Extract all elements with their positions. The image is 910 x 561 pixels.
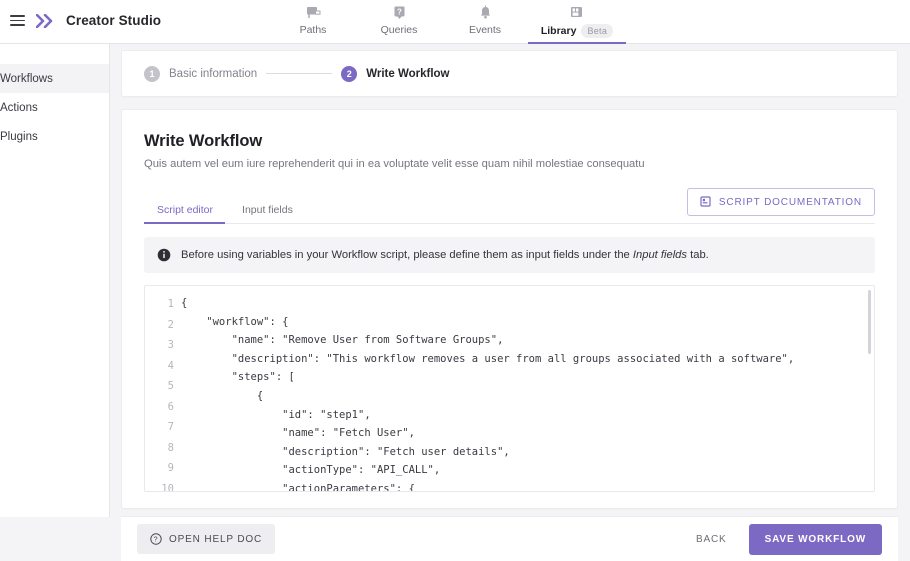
tab-label: Script editor bbox=[157, 204, 214, 216]
beta-badge: Beta bbox=[581, 24, 614, 38]
doc-button-label: SCRIPT DOCUMENTATION bbox=[718, 196, 862, 208]
line-number: 8 bbox=[167, 441, 174, 454]
line-number: 1 bbox=[167, 298, 174, 310]
sidebar: Workflows Actions Plugins bbox=[0, 44, 110, 517]
question-circle-icon: ? bbox=[150, 533, 162, 545]
code-area[interactable]: { "workflow": { "name": "Remove User fro… bbox=[181, 286, 874, 491]
sidebar-item-label: Workflows bbox=[0, 72, 53, 85]
footer-bar: ? OPEN HELP DOC BACK SAVE WORKFLOW bbox=[121, 516, 898, 561]
line-number: 5 bbox=[167, 380, 174, 392]
stepper-connector bbox=[266, 73, 333, 74]
double-chevron-right-icon[interactable] bbox=[36, 13, 55, 28]
save-workflow-button[interactable]: SAVE WORKFLOW bbox=[748, 523, 882, 555]
line-number: 3 bbox=[167, 339, 174, 351]
bell-icon bbox=[478, 4, 493, 21]
step-label: Basic information bbox=[169, 67, 258, 80]
line-number: 10 bbox=[161, 482, 174, 492]
footer-actions: BACK SAVE WORKFLOW bbox=[690, 523, 882, 555]
book-grid-icon bbox=[569, 4, 585, 21]
app-title: Creator Studio bbox=[66, 13, 162, 28]
library-label-row: Library Beta bbox=[540, 24, 614, 38]
script-documentation-button[interactable]: SCRIPT DOCUMENTATION bbox=[686, 188, 875, 216]
tab-script-editor[interactable]: Script editor bbox=[144, 197, 229, 224]
nav-tab-library[interactable]: Library Beta bbox=[528, 0, 626, 44]
code-content: { "workflow": { "name": "Remove User fro… bbox=[181, 297, 795, 491]
alert-text-before: Before using variables in your Workflow … bbox=[181, 249, 633, 261]
page-title: Write Workflow bbox=[144, 132, 263, 150]
nav-tab-label: Paths bbox=[299, 24, 327, 36]
code-editor[interactable]: 1234567891011 { "workflow": { "name": "R… bbox=[144, 285, 875, 492]
app-header: Creator Studio Paths ? Queries Events Li… bbox=[0, 0, 910, 44]
stepper-step-2[interactable]: 2 Write Workflow bbox=[341, 65, 450, 82]
tab-input-fields[interactable]: Input fields bbox=[229, 197, 309, 223]
nav-tab-paths[interactable]: Paths bbox=[270, 0, 356, 44]
line-number-gutter: 1234567891011 bbox=[145, 286, 181, 491]
workflow-editor-card: Write Workflow Quis autem vel eum iure r… bbox=[121, 109, 898, 509]
alert-text-after: tab. bbox=[687, 249, 709, 261]
line-number: 6 bbox=[167, 400, 174, 413]
info-circle-icon bbox=[157, 248, 171, 262]
nav-tab-queries[interactable]: ? Queries bbox=[356, 0, 442, 44]
sidebar-item-plugins[interactable]: Plugins bbox=[0, 122, 109, 151]
flag-message-icon bbox=[306, 4, 321, 21]
question-box-icon: ? bbox=[392, 4, 407, 21]
sidebar-item-actions[interactable]: Actions bbox=[0, 93, 109, 122]
nav-tab-label: Events bbox=[468, 24, 502, 36]
step-number: 1 bbox=[144, 65, 160, 82]
svg-text:?: ? bbox=[397, 7, 402, 16]
editor-scrollbar[interactable] bbox=[868, 290, 871, 354]
stepper: 1 Basic information 2 Write Workflow bbox=[121, 50, 898, 97]
page-subtitle: Quis autem vel eum iure reprehenderit qu… bbox=[144, 158, 645, 170]
nav-tab-label: Library bbox=[540, 25, 577, 37]
sidebar-item-label: Plugins bbox=[0, 130, 38, 143]
main-content: 1 Basic information 2 Write Workflow Wri… bbox=[110, 44, 910, 561]
help-button-label: OPEN HELP DOC bbox=[169, 533, 263, 545]
line-number: 4 bbox=[167, 359, 174, 372]
back-button[interactable]: BACK bbox=[690, 525, 733, 554]
sidebar-item-label: Actions bbox=[0, 101, 38, 114]
step-label: Write Workflow bbox=[366, 67, 450, 80]
editor-tabs: Script editor Input fields bbox=[144, 197, 309, 224]
header-nav: Paths ? Queries Events Library Beta bbox=[270, 0, 626, 44]
header-brand-group: Creator Studio bbox=[0, 0, 270, 28]
stepper-step-1[interactable]: 1 Basic information bbox=[144, 65, 258, 82]
nav-tab-events[interactable]: Events bbox=[442, 0, 528, 44]
tab-label: Input fields bbox=[242, 204, 293, 216]
line-number: 2 bbox=[167, 318, 174, 331]
nav-tab-label: Queries bbox=[380, 24, 418, 36]
svg-text:?: ? bbox=[154, 535, 159, 544]
open-help-doc-button[interactable]: ? OPEN HELP DOC bbox=[137, 524, 276, 554]
line-number: 7 bbox=[167, 421, 174, 433]
alert-text-italic: Input fields bbox=[632, 249, 687, 261]
sidebar-item-workflows[interactable]: Workflows bbox=[0, 64, 109, 93]
editor-tabs-row: Script editor Input fields SCRIPT DOCUME… bbox=[144, 188, 875, 224]
step-number: 2 bbox=[341, 65, 358, 82]
line-number: 9 bbox=[167, 462, 174, 474]
info-alert-text: Before using variables in your Workflow … bbox=[181, 249, 709, 261]
hamburger-icon[interactable] bbox=[10, 15, 25, 26]
book-icon bbox=[700, 196, 712, 208]
info-alert: Before using variables in your Workflow … bbox=[144, 237, 875, 273]
